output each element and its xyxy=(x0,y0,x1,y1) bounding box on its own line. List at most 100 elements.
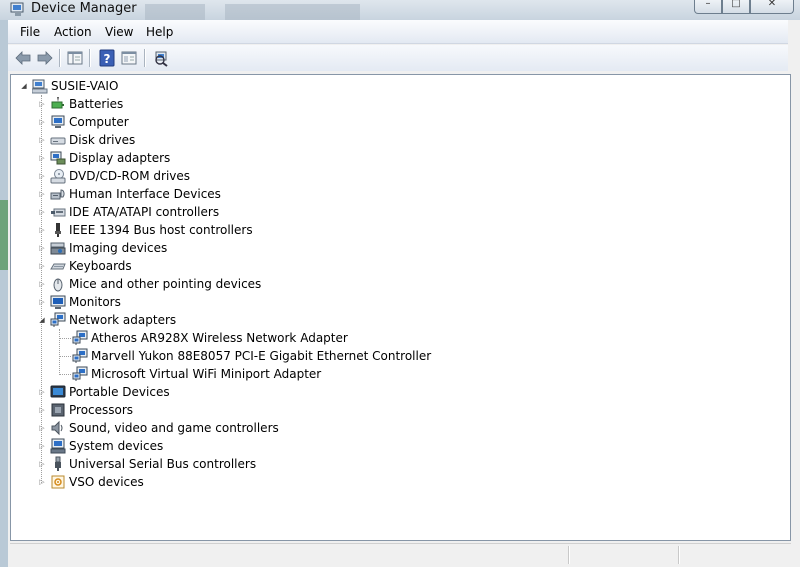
tree-item-human-interface-devices[interactable]: ▷ Human Interface Devices xyxy=(37,185,221,203)
tree-connector xyxy=(59,374,71,375)
tree-item-ieee-1394-bus-host-controllers[interactable]: ▷ IEEE 1394 Bus host controllers xyxy=(37,221,253,239)
device-tree[interactable]: ◢ SUSIE-VAIO ▷ Batteries ▷ Computer ▷ Di… xyxy=(10,74,791,541)
toolbar-separator xyxy=(59,49,60,67)
tree-item-usb-controllers[interactable]: ▷ Universal Serial Bus controllers xyxy=(37,455,256,473)
network-adapter-icon xyxy=(72,366,88,381)
expand-arrow-icon[interactable]: ▷ xyxy=(37,99,47,109)
tree-item-label: Disk drives xyxy=(69,133,136,147)
device-manager-window: File Action View Help ? ◢ SUSIE-VAIO ▷ B… xyxy=(8,20,800,567)
svg-text:?: ? xyxy=(104,52,111,66)
device-manager-icon xyxy=(10,2,24,16)
tree-item-label: Processors xyxy=(69,403,134,417)
tree-item-label: Imaging devices xyxy=(69,241,168,255)
maximize-button[interactable]: □ xyxy=(722,0,750,14)
tree-item-mice[interactable]: ▷ Mice and other pointing devices xyxy=(37,275,261,293)
tree-item-keyboards[interactable]: ▷ Keyboards xyxy=(37,257,132,275)
tree-child-marvell-adapter[interactable]: Marvell Yukon 88E8057 PCI-E Gigabit Ethe… xyxy=(72,347,431,365)
expand-arrow-icon[interactable]: ▷ xyxy=(37,153,47,163)
tree-connector xyxy=(59,329,60,375)
show-hide-console-tree-icon[interactable] xyxy=(66,49,84,67)
background-ghost xyxy=(0,200,8,270)
expand-arrow-icon[interactable]: ▷ xyxy=(37,189,47,199)
tree-item-ide-ata-atapi-controllers[interactable]: ▷ IDE ATA/ATAPI controllers xyxy=(37,203,219,221)
tree-root-node[interactable]: ◢ SUSIE-VAIO xyxy=(19,77,118,95)
expand-arrow-icon[interactable]: ▷ xyxy=(37,459,47,469)
toolbar-separator xyxy=(144,49,145,67)
monitor-icon xyxy=(51,115,65,128)
tree-item-dvd-cd-rom-drives[interactable]: ▷ DVD/CD-ROM drives xyxy=(37,167,190,185)
expand-arrow-icon[interactable]: ▷ xyxy=(37,207,47,217)
tree-item-label: Mice and other pointing devices xyxy=(69,277,262,291)
tree-connector xyxy=(59,356,71,357)
expand-arrow-icon[interactable]: ▷ xyxy=(37,387,47,397)
menu-action[interactable]: Action xyxy=(54,25,92,39)
tree-item-disk-drives[interactable]: ▷ Disk drives xyxy=(37,131,135,149)
minimize-button[interactable]: – xyxy=(694,0,722,14)
tree-item-label: Keyboards xyxy=(69,259,132,273)
menu-bar: File Action View Help xyxy=(8,20,788,44)
expand-arrow-icon[interactable]: ▷ xyxy=(37,135,47,145)
expand-arrow-icon[interactable]: ▷ xyxy=(37,279,47,289)
properties-icon[interactable] xyxy=(120,49,138,67)
status-bar xyxy=(10,543,791,565)
speaker-icon xyxy=(51,420,63,436)
menu-file[interactable]: File xyxy=(20,25,40,39)
expand-arrow-icon[interactable]: ▷ xyxy=(37,405,47,415)
tree-item-label: IEEE 1394 Bus host controllers xyxy=(69,223,253,237)
tree-item-display-adapters[interactable]: ▷ Display adapters xyxy=(37,149,170,167)
menu-help[interactable]: Help xyxy=(146,25,173,39)
title-bar[interactable]: Device Manager – □ ✕ xyxy=(0,0,800,20)
tree-item-label: Marvell Yukon 88E8057 PCI-E Gigabit Ethe… xyxy=(91,349,432,363)
collapse-arrow-icon[interactable]: ◢ xyxy=(19,81,29,91)
help-icon[interactable]: ? xyxy=(98,49,116,67)
scan-hardware-icon[interactable] xyxy=(152,49,170,67)
camera-icon xyxy=(50,242,66,255)
toolbar: ? xyxy=(8,45,788,71)
tree-item-imaging-devices[interactable]: ▷ Imaging devices xyxy=(37,239,167,257)
background-window-ghost xyxy=(225,4,360,20)
tree-item-system-devices[interactable]: ▷ System devices xyxy=(37,437,163,455)
portable-device-icon xyxy=(50,385,66,398)
close-button[interactable]: ✕ xyxy=(750,0,794,14)
forward-arrow-icon[interactable] xyxy=(36,49,54,67)
disk-drive-icon xyxy=(50,137,66,145)
tree-item-network-adapters[interactable]: ◢ Network adapters xyxy=(37,311,176,329)
expand-arrow-icon[interactable]: ▷ xyxy=(37,423,47,433)
battery-icon xyxy=(51,97,64,109)
tree-item-label: Microsoft Virtual WiFi Miniport Adapter xyxy=(91,367,322,381)
tree-item-portable-devices[interactable]: ▷ Portable Devices xyxy=(37,383,169,401)
expand-arrow-icon[interactable]: ▷ xyxy=(37,261,47,271)
menu-view[interactable]: View xyxy=(105,25,133,39)
usb-icon xyxy=(55,456,61,471)
tree-item-label: Batteries xyxy=(69,97,124,111)
dvd-drive-icon xyxy=(50,169,66,184)
tree-item-monitors[interactable]: ▷ Monitors xyxy=(37,293,121,311)
tree-item-label: Sound, video and game controllers xyxy=(69,421,279,435)
back-arrow-icon[interactable] xyxy=(14,49,32,67)
tree-item-label: Display adapters xyxy=(69,151,171,165)
tree-item-sound-video-game[interactable]: ▷ Sound, video and game controllers xyxy=(37,419,279,437)
expand-arrow-icon[interactable]: ▷ xyxy=(37,297,47,307)
collapse-arrow-icon[interactable]: ◢ xyxy=(37,315,47,325)
keyboard-icon xyxy=(50,263,66,270)
tree-child-microsoft-wifi-adapter[interactable]: Microsoft Virtual WiFi Miniport Adapter xyxy=(72,365,321,383)
tree-item-label: Human Interface Devices xyxy=(69,187,221,201)
expand-arrow-icon[interactable]: ▷ xyxy=(37,117,47,127)
window-controls: – □ ✕ xyxy=(694,0,794,14)
tree-item-batteries[interactable]: ▷ Batteries xyxy=(37,95,123,113)
tree-item-vso-devices[interactable]: ▷ VSO devices xyxy=(37,473,143,491)
expand-arrow-icon[interactable]: ▷ xyxy=(37,171,47,181)
tree-item-label: Network adapters xyxy=(69,313,177,327)
expand-arrow-icon[interactable]: ▷ xyxy=(37,243,47,253)
tree-child-atheros-adapter[interactable]: Atheros AR928X Wireless Network Adapter xyxy=(72,329,348,347)
tree-item-computer[interactable]: ▷ Computer xyxy=(37,113,128,131)
expand-arrow-icon[interactable]: ▷ xyxy=(37,441,47,451)
network-adapter-icon xyxy=(72,348,88,363)
expand-arrow-icon[interactable]: ▷ xyxy=(37,225,47,235)
background-window-ghost xyxy=(145,4,205,20)
expand-arrow-icon[interactable]: ▷ xyxy=(37,477,47,487)
hid-icon xyxy=(50,189,65,200)
toolbar-separator xyxy=(89,49,90,67)
tree-item-processors[interactable]: ▷ Processors xyxy=(37,401,133,419)
tree-item-label: Monitors xyxy=(69,295,121,309)
